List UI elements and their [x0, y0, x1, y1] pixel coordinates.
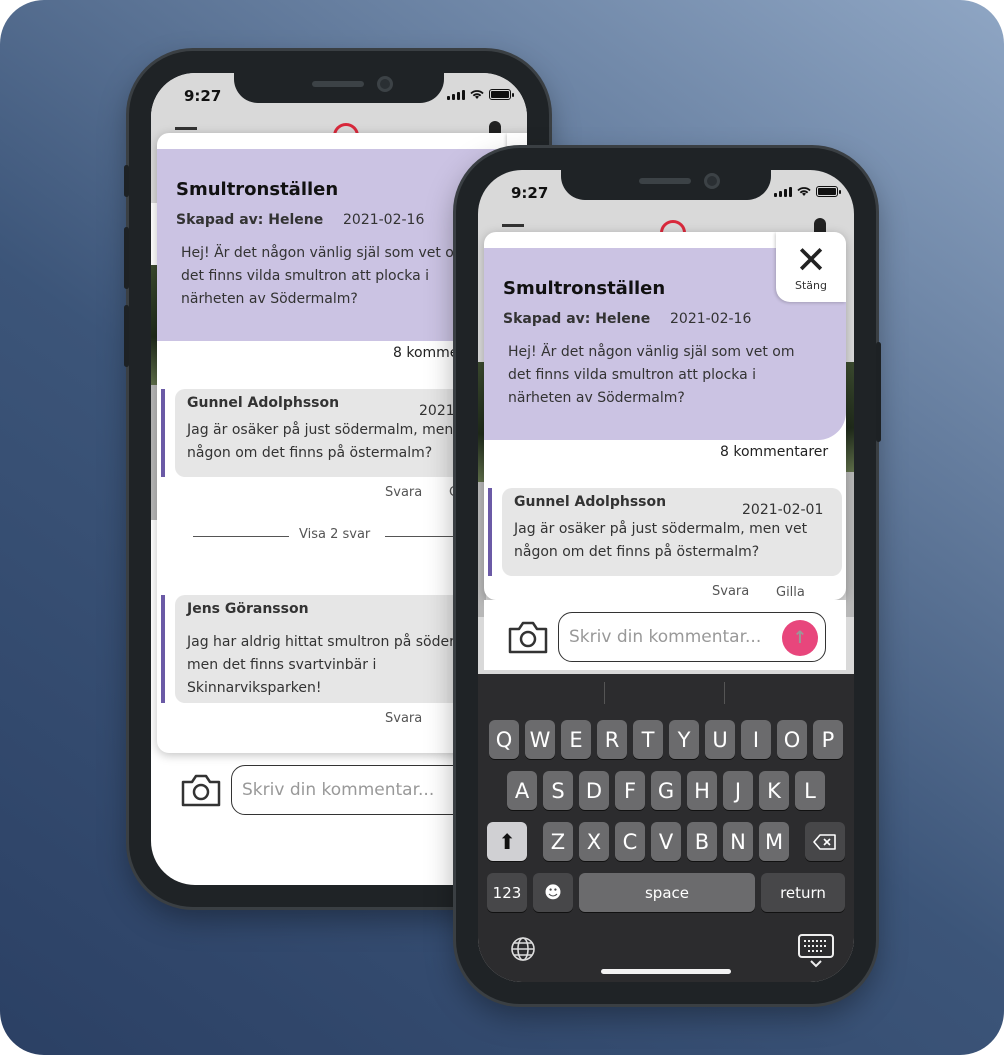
key-s[interactable]: S	[543, 771, 573, 810]
status-time: 9:27	[511, 184, 549, 202]
space-key[interactable]: space	[579, 873, 755, 912]
numbers-key[interactable]: 123	[487, 873, 527, 912]
comment-composer: Skriv din kommentar... ↑	[506, 612, 826, 662]
front-screen: 9:27 Smultronställen Skapad av: Helene 2…	[478, 170, 854, 982]
key-w[interactable]: W	[525, 720, 555, 759]
key-p[interactable]: P	[813, 720, 843, 759]
battery-icon	[489, 89, 514, 100]
key-c[interactable]: C	[615, 822, 645, 861]
wifi-icon	[470, 90, 484, 99]
post-modal: Smultronställen Skapad av: Helene 2021-0…	[484, 232, 846, 600]
comment-text: Jag är osäker på just södermalm, men vet…	[187, 422, 481, 461]
comment: Gunnel Adolphsson 2021-02-01 Jag är osäk…	[488, 488, 842, 576]
emoji-icon: ☻	[544, 882, 562, 903]
key-q[interactable]: Q	[489, 720, 519, 759]
key-h[interactable]: H	[687, 771, 717, 810]
post-date: 2021-02-16	[343, 212, 425, 228]
camera-icon[interactable]	[506, 619, 550, 655]
post-title: Smultronställen	[176, 179, 339, 200]
comment-date: 2021-02-01	[742, 502, 824, 518]
show-replies-button[interactable]: Visa 2 svar	[299, 527, 370, 542]
backspace-icon	[813, 833, 836, 850]
comment-placeholder: Skriv din kommentar...	[242, 780, 435, 800]
post-author: Skapad av: Helene	[503, 311, 651, 327]
camera-icon[interactable]	[179, 772, 223, 808]
like-button[interactable]: Gilla	[776, 585, 805, 600]
key-u[interactable]: U	[705, 720, 735, 759]
close-label: Stäng	[795, 278, 827, 292]
key-i[interactable]: I	[741, 720, 771, 759]
key-l[interactable]: L	[795, 771, 825, 810]
post-body: Hej! Är det någon vänlig själ som vet om…	[508, 344, 795, 406]
shift-icon: ⬆	[498, 829, 516, 854]
key-k[interactable]: K	[759, 771, 789, 810]
key-a[interactable]: A	[507, 771, 537, 810]
key-b[interactable]: B	[687, 822, 717, 861]
key-m[interactable]: M	[759, 822, 789, 861]
comment-input[interactable]: Skriv din kommentar... ↑	[558, 612, 826, 662]
post-author: Skapad av: Helene	[176, 212, 324, 228]
arrow-up-icon: ↑	[792, 628, 808, 648]
backspace-key[interactable]	[805, 822, 845, 861]
shift-key[interactable]: ⬆	[487, 822, 527, 861]
key-t[interactable]: T	[633, 720, 663, 759]
key-z[interactable]: Z	[543, 822, 573, 861]
signal-icon	[447, 90, 465, 100]
front-phone: 9:27 Smultronställen Skapad av: Helene 2…	[456, 148, 881, 1004]
post-body: Hej! Är det någon vänlig själ som vet om…	[181, 245, 468, 307]
key-y[interactable]: Y	[669, 720, 699, 759]
key-v[interactable]: V	[651, 822, 681, 861]
battery-icon	[816, 186, 841, 197]
send-button[interactable]: ↑	[782, 620, 818, 656]
home-indicator[interactable]	[601, 969, 731, 974]
close-button[interactable]: ✕ Stäng	[776, 232, 846, 302]
reply-button[interactable]: Svara	[385, 711, 422, 726]
reply-button[interactable]: Svara	[712, 584, 749, 599]
key-x[interactable]: X	[579, 822, 609, 861]
comment-placeholder: Skriv din kommentar...	[569, 627, 762, 647]
comment-text: Jag har aldrig hittat smultron på söder …	[187, 634, 455, 696]
key-r[interactable]: R	[597, 720, 627, 759]
signal-icon	[774, 187, 792, 197]
keyboard-dismiss-icon[interactable]	[798, 934, 834, 968]
menu-icon[interactable]	[175, 127, 197, 130]
globe-icon[interactable]	[510, 936, 536, 962]
key-o[interactable]: O	[777, 720, 807, 759]
wifi-icon	[797, 187, 811, 196]
suggestion-bar	[478, 674, 854, 712]
post-title: Smultronställen	[503, 278, 666, 299]
key-e[interactable]: E	[561, 720, 591, 759]
menu-icon[interactable]	[502, 224, 524, 227]
background: 9:27 Smultronställen Skapad av: Helene 2…	[0, 0, 1004, 1055]
close-icon: ✕	[795, 237, 827, 282]
return-key[interactable]: return	[761, 873, 845, 912]
divider	[193, 536, 289, 537]
comment-text: Jag är osäker på just södermalm, men vet…	[514, 521, 808, 560]
key-j[interactable]: J	[723, 771, 753, 810]
key-g[interactable]: G	[651, 771, 681, 810]
keyboard: QWERTYUIOP ASDFGHJKL ⬆ ZXCVBNM 123 ☻ spa…	[478, 674, 854, 982]
reply-button[interactable]: Svara	[385, 485, 422, 500]
key-d[interactable]: D	[579, 771, 609, 810]
key-n[interactable]: N	[723, 822, 753, 861]
emoji-key[interactable]: ☻	[533, 873, 573, 912]
status-time: 9:27	[184, 87, 222, 105]
comment-count: 8 kommentarer	[720, 444, 829, 460]
key-f[interactable]: F	[615, 771, 645, 810]
post-date: 2021-02-16	[670, 311, 752, 327]
